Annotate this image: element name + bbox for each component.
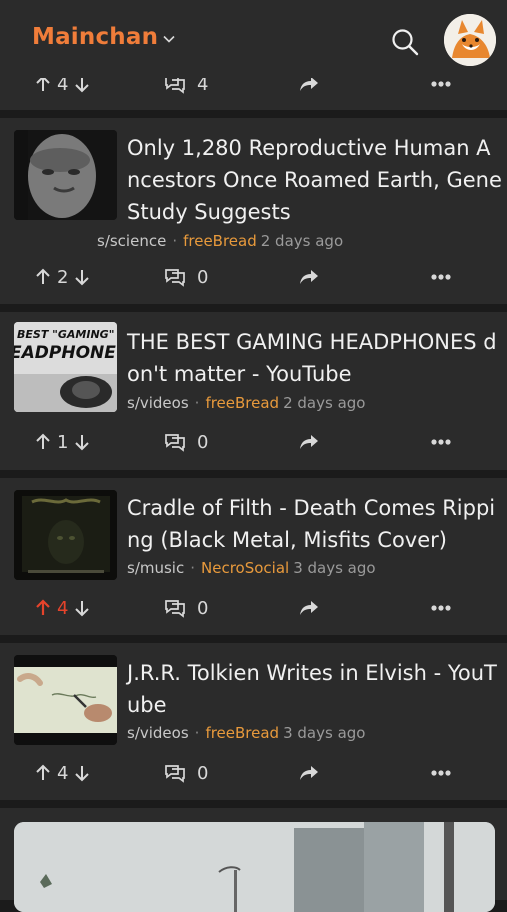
upvote-button[interactable]: 1 bbox=[35, 427, 90, 457]
share-icon bbox=[300, 270, 318, 284]
vote-count: 4 bbox=[57, 597, 69, 619]
post-card[interactable]: BEST "GAMING" EADPHONE THE BEST GAMING H… bbox=[0, 312, 507, 470]
post-card[interactable]: Only 1,280 Reproductive Human Ancestors … bbox=[0, 118, 507, 304]
upvote-button[interactable]: 2 bbox=[35, 262, 90, 292]
post-meta: s/videos · freeBread 3 days ago bbox=[127, 724, 366, 742]
arrow-down-icon[interactable] bbox=[74, 268, 90, 286]
post-meta: s/videos · freeBread 2 days ago bbox=[127, 394, 366, 412]
more-icon bbox=[431, 605, 451, 611]
comment-icon bbox=[165, 269, 185, 287]
comments-button[interactable]: 0 bbox=[163, 427, 208, 457]
user-link[interactable]: freeBread bbox=[183, 232, 257, 250]
comment-count: 0 bbox=[197, 762, 209, 784]
post-time: 2 days ago bbox=[283, 394, 366, 412]
vote-count: 4 bbox=[57, 762, 69, 784]
community-link[interactable]: s/videos bbox=[127, 724, 189, 742]
share-icon bbox=[300, 766, 318, 780]
arrow-down-icon[interactable] bbox=[74, 599, 90, 617]
app-header: Mainchan bbox=[0, 0, 507, 78]
more-icon bbox=[431, 274, 451, 280]
post-title[interactable]: Only 1,280 Reproductive Human Ancestors … bbox=[127, 132, 503, 228]
thumbnail-text: EADPHONE bbox=[14, 343, 116, 363]
user-link[interactable]: freeBread bbox=[205, 724, 279, 742]
more-options-button[interactable] bbox=[430, 427, 452, 457]
arrow-up-icon bbox=[36, 268, 50, 284]
comment-icon bbox=[165, 600, 185, 618]
share-icon bbox=[300, 435, 318, 449]
post-image[interactable] bbox=[14, 822, 495, 912]
avatar[interactable] bbox=[444, 14, 496, 66]
community-link[interactable]: s/videos bbox=[127, 394, 189, 412]
share-button[interactable] bbox=[298, 758, 320, 788]
share-icon bbox=[300, 601, 318, 615]
user-link[interactable]: NecroSocial bbox=[201, 559, 289, 577]
comments-button[interactable]: 0 bbox=[163, 593, 208, 623]
post-title[interactable]: Cradle of Filth - Death Comes Ripping (B… bbox=[127, 492, 503, 556]
community-link[interactable]: s/science bbox=[97, 232, 166, 250]
more-icon bbox=[431, 439, 451, 445]
arrow-down-icon[interactable] bbox=[74, 764, 90, 782]
post-time: 3 days ago bbox=[283, 724, 366, 742]
more-icon bbox=[431, 81, 451, 87]
thumbnail-text: BEST "GAMING" bbox=[17, 328, 114, 341]
share-button[interactable] bbox=[298, 427, 320, 457]
more-options-button[interactable] bbox=[430, 262, 452, 292]
post-time: 3 days ago bbox=[293, 559, 376, 577]
user-link[interactable]: freeBread bbox=[205, 394, 279, 412]
comment-icon bbox=[165, 765, 185, 783]
arrow-up-icon bbox=[36, 599, 50, 615]
post-thumbnail[interactable]: BEST "GAMING" EADPHONE bbox=[14, 322, 117, 412]
arrow-up-icon bbox=[36, 764, 50, 780]
post-meta: s/music · NecroSocial 3 days ago bbox=[127, 559, 376, 577]
comment-count: 0 bbox=[197, 431, 209, 453]
share-button[interactable] bbox=[298, 593, 320, 623]
comments-button[interactable]: 0 bbox=[163, 758, 208, 788]
community-link[interactable]: s/music bbox=[127, 559, 184, 577]
arrow-up-icon bbox=[36, 433, 50, 449]
post-thumbnail[interactable] bbox=[14, 490, 117, 580]
search-icon[interactable] bbox=[390, 27, 420, 57]
app-title[interactable]: Mainchan bbox=[32, 24, 158, 50]
share-button[interactable] bbox=[298, 262, 320, 292]
more-icon bbox=[431, 770, 451, 776]
vote-count: 2 bbox=[57, 266, 69, 288]
comment-count: 0 bbox=[197, 597, 209, 619]
more-options-button[interactable] bbox=[430, 593, 452, 623]
post-time: 2 days ago bbox=[260, 232, 344, 250]
post-meta: s/science · freeBread 2 days ago bbox=[97, 232, 344, 250]
post-title[interactable]: THE BEST GAMING HEADPHONES don't matter … bbox=[127, 326, 503, 390]
post-thumbnail[interactable] bbox=[14, 130, 117, 220]
upvote-button[interactable]: 4 bbox=[35, 758, 90, 788]
post-card[interactable]: Cradle of Filth - Death Comes Ripping (B… bbox=[0, 478, 507, 635]
comments-button[interactable]: 0 bbox=[163, 262, 208, 292]
upvote-button[interactable]: 4 bbox=[35, 593, 90, 623]
post-card[interactable]: J.R.R. Tolkien Writes in Elvish - YouTub… bbox=[0, 643, 507, 800]
comment-icon bbox=[165, 434, 185, 452]
chevron-down-icon[interactable] bbox=[162, 32, 176, 46]
more-options-button[interactable] bbox=[430, 758, 452, 788]
comment-count: 0 bbox=[197, 266, 209, 288]
arrow-down-icon[interactable] bbox=[74, 433, 90, 451]
post-thumbnail[interactable] bbox=[14, 655, 117, 745]
vote-count: 1 bbox=[57, 431, 69, 453]
post-title[interactable]: J.R.R. Tolkien Writes in Elvish - YouTub… bbox=[127, 657, 503, 721]
